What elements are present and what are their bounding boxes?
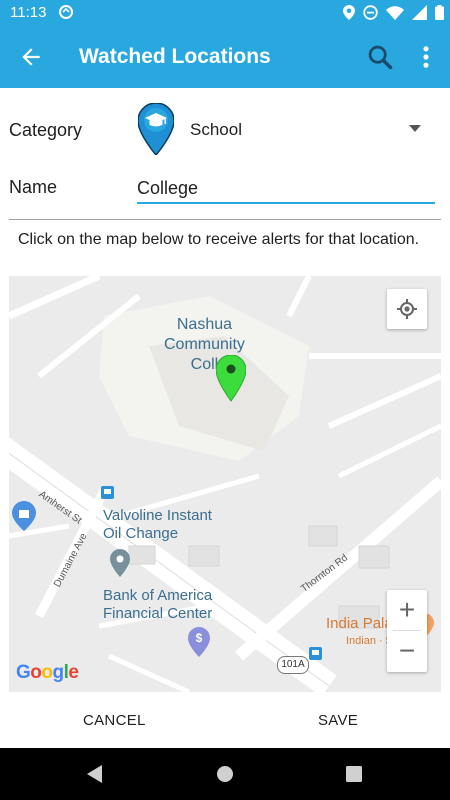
battery-icon: [435, 5, 444, 20]
poi-valvoline[interactable]: Valvoline Instant Oil Change: [103, 507, 212, 543]
bus-stop-icon[interactable]: [101, 486, 114, 499]
route-shield: 101A: [277, 656, 309, 674]
category-select[interactable]: School: [190, 120, 242, 140]
svg-text:$: $: [196, 631, 203, 645]
more-vert-icon[interactable]: [416, 43, 436, 71]
app-bar: Watched Locations: [0, 26, 450, 88]
shopping-bag-pin-icon[interactable]: [12, 501, 36, 531]
zoom-out-button[interactable]: −: [387, 631, 427, 671]
divider: [9, 219, 441, 220]
signal-icon: [412, 5, 427, 20]
location-icon: [343, 5, 355, 20]
status-icons: [343, 5, 444, 20]
zoom-in-button[interactable]: +: [387, 590, 427, 630]
name-label: Name: [9, 177, 58, 197]
selected-location-marker-icon[interactable]: [216, 355, 246, 403]
nav-back-icon[interactable]: [86, 765, 104, 783]
page-title: Watched Locations: [79, 45, 271, 68]
nav-recents-icon[interactable]: [346, 766, 362, 782]
do-not-disturb-icon: [363, 5, 378, 20]
status-time: 11:13: [10, 4, 47, 21]
atm-pin-icon[interactable]: $: [188, 627, 210, 657]
place-pin-icon[interactable]: [110, 549, 130, 577]
back-arrow-icon[interactable]: [18, 44, 44, 70]
cancel-button[interactable]: CANCEL: [83, 712, 146, 729]
google-logo: Google: [16, 662, 79, 683]
instructions-text: Click on the map below to receive alerts…: [18, 231, 420, 248]
wifi-icon: [386, 5, 404, 20]
name-field[interactable]: [137, 174, 435, 204]
chevron-down-icon[interactable]: [409, 125, 421, 133]
nav-home-icon[interactable]: [216, 765, 234, 783]
zoom-controls: + −: [387, 590, 427, 672]
category-label: Category: [9, 120, 83, 140]
system-nav-bar: [0, 748, 450, 800]
sync-icon: [59, 5, 73, 19]
my-location-button[interactable]: [387, 289, 427, 329]
graduation-cap-pin-icon: [138, 103, 174, 155]
status-bar: 11:13: [0, 0, 450, 26]
my-location-icon: [397, 299, 417, 319]
search-icon[interactable]: [366, 43, 394, 71]
save-button[interactable]: SAVE: [318, 712, 358, 729]
poi-bank-of-america[interactable]: Bank of America Financial Center: [103, 587, 212, 623]
map-view[interactable]: Nashua Community Coll Valvoline Instant …: [9, 276, 441, 692]
bus-stop-icon[interactable]: [309, 647, 322, 660]
